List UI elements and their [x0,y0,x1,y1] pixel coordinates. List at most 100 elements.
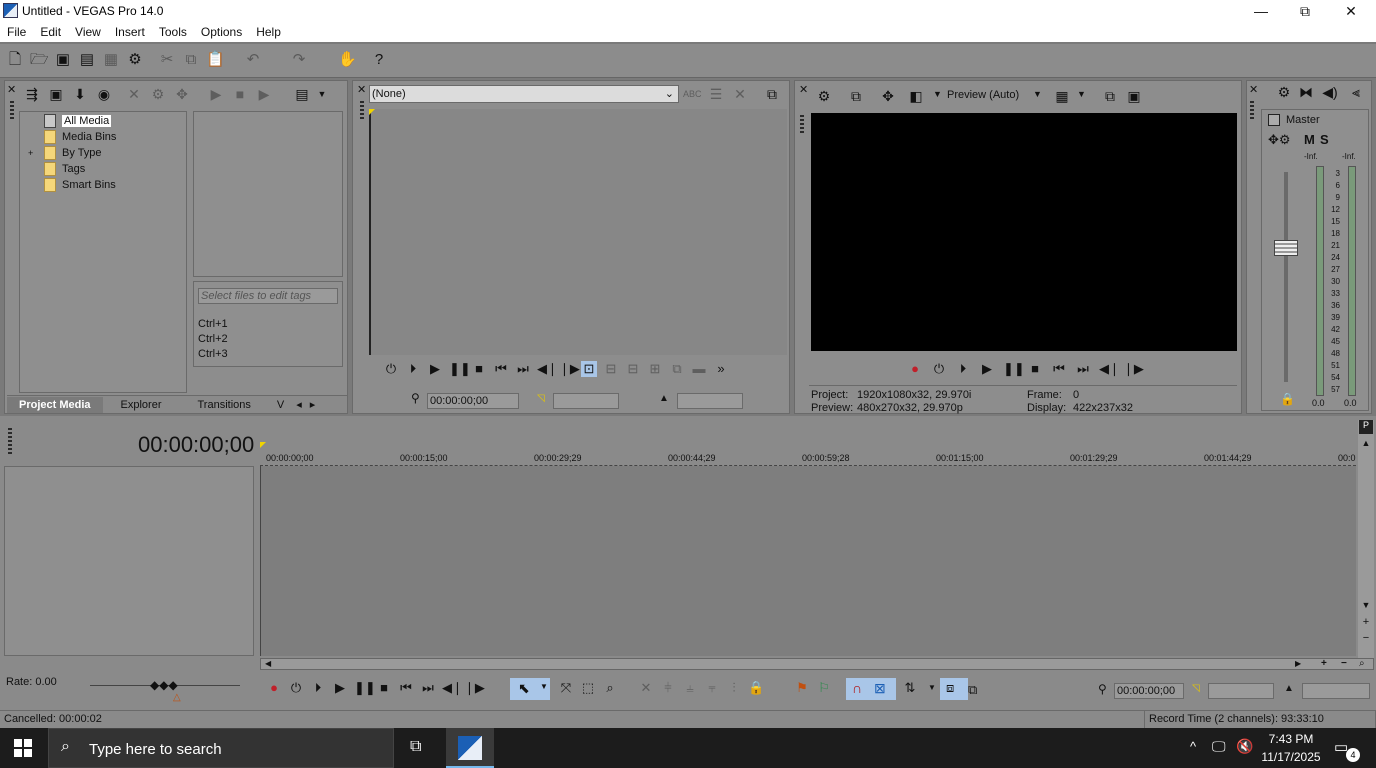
panel-grip[interactable] [1250,101,1254,121]
trimmer-close-icon[interactable]: ✕ [357,83,366,96]
maximize-button[interactable]: ⧉ [1282,0,1328,22]
go-end-icon[interactable]: ⏭ [420,680,436,696]
trim-icon[interactable]: ⫩ [660,680,676,696]
play-icon[interactable]: ▶ [332,680,348,696]
ignore-grouping-icon[interactable]: ⧉ [968,682,977,698]
panel-grip[interactable] [800,115,804,135]
trimmer-options-icon[interactable]: ⧉ [763,85,781,103]
master-checkbox[interactable] [1268,114,1280,126]
trimmer-view[interactable] [369,109,787,355]
snapping-icon[interactable]: ∩ [852,680,862,696]
split-screen-icon[interactable]: ✥ [879,87,897,105]
h-zoom-out-icon[interactable]: − [1341,658,1347,669]
cut-icon[interactable]: ✂ [158,51,176,69]
next-frame-icon[interactable]: ❘▶ [464,680,485,696]
properties-icon[interactable]: ⚙ [126,51,144,69]
overlays-icon[interactable]: ◧ [907,87,925,105]
trim-list-icon[interactable]: ☰ [707,85,725,103]
add-to-timeline-icon[interactable]: ⊡ [581,361,597,377]
envelope-tool-icon[interactable]: ⤧ [558,680,574,696]
tab-project-media[interactable]: Project Media [7,396,103,413]
track-header-grip[interactable] [8,428,12,454]
panel-grip[interactable] [10,101,14,121]
play-from-start-icon[interactable]: ⏵ [955,361,971,377]
tree-tags[interactable]: Tags [44,161,85,177]
preview-close-icon[interactable]: ✕ [799,83,808,96]
playhead-marker[interactable] [260,442,266,448]
pause-icon[interactable]: ❚❚ [354,680,376,696]
stop-icon[interactable]: ■ [376,680,392,696]
mixer-icon[interactable]: ⫷ [1347,83,1365,101]
trim-end-icon[interactable]: ⫧ [704,680,720,696]
go-start-icon[interactable]: ⏮ [398,680,414,696]
selection-tool-icon[interactable]: ⬚ [580,680,596,696]
spell-icon[interactable]: ABC [683,85,702,103]
insert-region-icon[interactable]: ⚐ [816,680,832,696]
tree-all-media[interactable]: All Media [44,113,112,129]
add-before-icon[interactable]: ⊟ [603,361,619,377]
fader-handle[interactable] [1274,240,1298,256]
vertical-scrollbar[interactable]: P ▲ ▼ + − [1358,420,1374,660]
snapshot-icon[interactable]: ⧉ [669,361,685,377]
panel-grip[interactable] [360,101,364,121]
scroll-left-icon[interactable]: ◀ [265,659,271,668]
menu-insert[interactable]: Insert [108,22,152,42]
vegas-taskbar-button[interactable] [446,728,494,768]
marker-icon[interactable]: P [1359,420,1373,434]
lock-event-icon[interactable]: 🔒 [748,680,764,696]
scroll-up-icon[interactable]: ▲ [1359,438,1373,452]
zoom-out-icon[interactable]: − [1359,632,1373,646]
prev-frame-icon[interactable]: ◀❘ [1099,361,1120,377]
lock-icon[interactable]: 🔒 [1280,392,1295,406]
auto-preview-icon[interactable]: ▶ [255,85,273,103]
prev-frame-icon[interactable]: ◀❘ [442,680,463,696]
menu-edit[interactable]: Edit [33,22,68,42]
show-hidden-icons-icon[interactable]: ^ [1190,739,1196,754]
more-icon[interactable]: » [713,361,729,377]
media-fx-icon[interactable]: ⚙ [149,85,167,103]
rate-slider-handle-icon[interactable]: ◆◆◆ [150,678,178,692]
task-view-icon[interactable]: ⧉ [410,738,421,756]
selection-length-field[interactable] [1302,683,1370,699]
tree-by-type[interactable]: By Type [44,145,102,161]
fx-icon[interactable]: ✥⚙ [1268,132,1291,148]
ripple-icon[interactable]: ⇅ [902,680,918,696]
tree-smart-bins[interactable]: Smart Bins [44,177,116,193]
volume-muted-icon[interactable]: 🔇 [1236,738,1253,755]
lock-envelopes-tool[interactable]: ⧈ [940,678,968,700]
web-icon[interactable]: ◉ [95,85,113,103]
trimmer-media-dropdown[interactable]: (None) ⌄ [369,85,679,103]
get-media-icon[interactable]: ⬇ [71,85,89,103]
trimmer-in-field[interactable] [553,393,619,409]
zoom-tool-icon[interactable]: ⌕ [602,680,618,696]
trim-start-icon[interactable]: ⫨ [682,680,698,696]
track-list[interactable] [4,466,254,656]
play-from-start-icon[interactable]: ⏵ [310,680,326,696]
stop-icon[interactable]: ■ [231,85,249,103]
undo-icon[interactable]: ↶ [244,51,262,69]
pause-icon[interactable]: ❚❚ [1003,361,1025,377]
render-icon[interactable]: ▦ [102,51,120,69]
stop-icon[interactable]: ■ [1027,361,1043,377]
scroll-down-icon[interactable]: ▼ [1359,600,1373,614]
media-list[interactable] [193,111,343,277]
go-start-icon[interactable]: ⏮ [1051,361,1067,377]
expand-by-type-icon[interactable]: + [28,145,33,161]
zoom-tool-icon[interactable]: ⌕ [1359,658,1365,669]
go-end-icon[interactable]: ⏭ [515,361,531,377]
play-icon[interactable]: ▶ [207,85,225,103]
split-icon[interactable]: ⫶ [726,680,742,696]
save-as-icon[interactable]: ▤ [78,51,96,69]
delete-icon[interactable]: ✕ [638,680,654,696]
downmix-icon[interactable]: ⧓ [1297,83,1315,101]
open-icon[interactable]: 🗁 [30,51,49,69]
dim-icon[interactable]: ◀) [1321,83,1339,101]
windows-start-icon[interactable] [14,739,32,757]
fill-icon[interactable]: ⊞ [647,361,663,377]
tab-scroll-left-icon[interactable]: ◂ [292,398,306,411]
overlays-dropdown-icon[interactable]: ▼ [933,89,942,99]
capture-icon[interactable]: ▣ [47,85,65,103]
tree-media-bins[interactable]: Media Bins [44,129,116,145]
insert-marker-icon[interactable]: ⚑ [794,680,810,696]
quality-dropdown-icon[interactable]: ▼ [1033,89,1042,99]
